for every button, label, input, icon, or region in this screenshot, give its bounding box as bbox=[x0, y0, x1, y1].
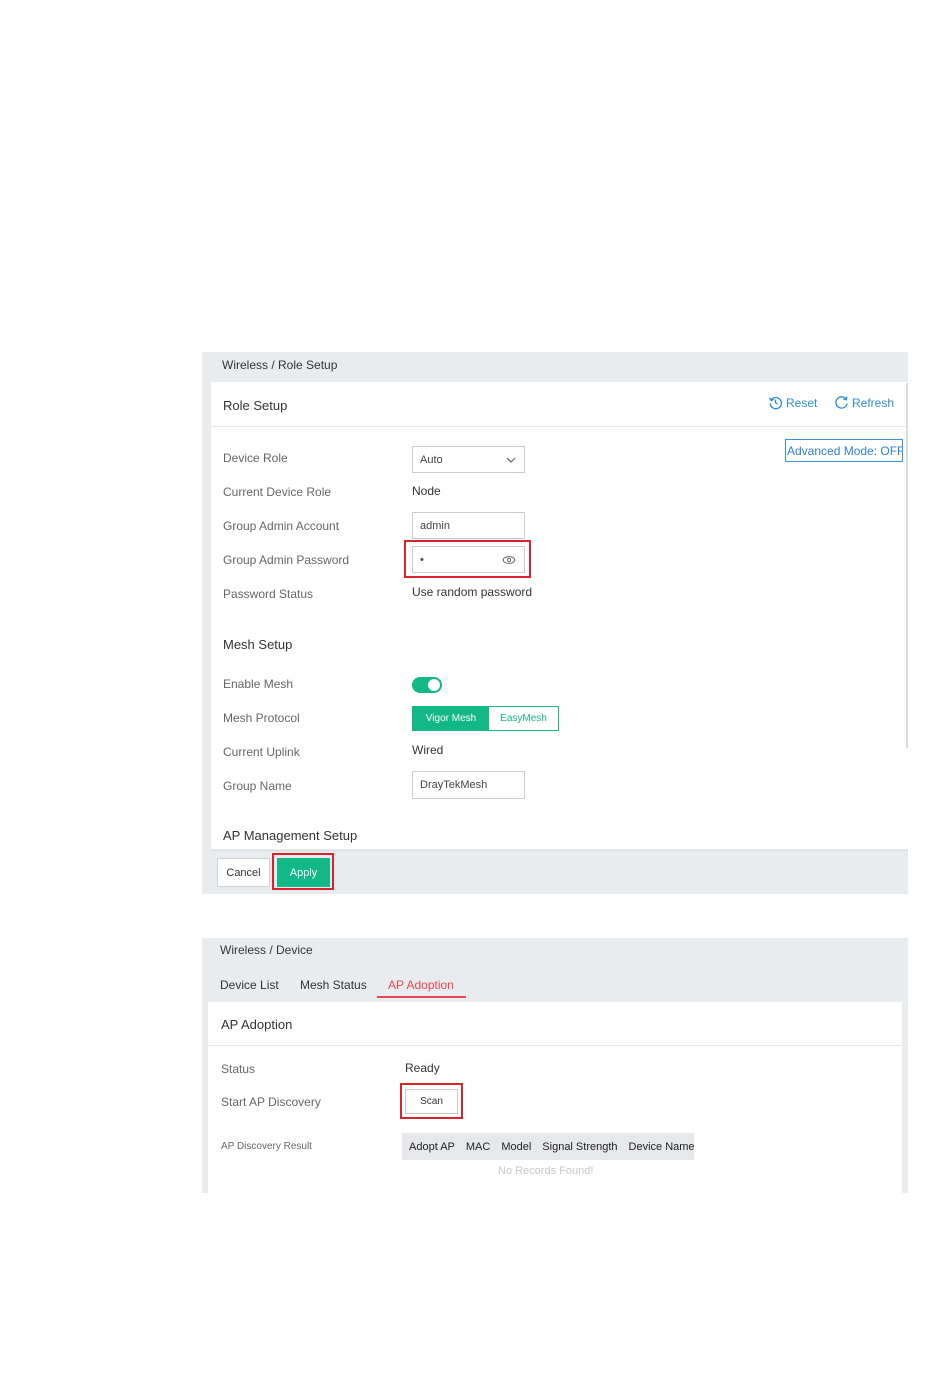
tab-ap-adoption[interactable]: AP Adoption bbox=[388, 978, 454, 992]
apply-highlight-box bbox=[272, 853, 334, 890]
group-admin-account-label: Group Admin Account bbox=[223, 519, 340, 533]
refresh-button[interactable]: Refresh bbox=[834, 395, 894, 410]
advanced-mode-toggle[interactable]: Advanced Mode: OFF bbox=[785, 439, 903, 462]
refresh-label: Refresh bbox=[852, 395, 895, 410]
header-divider bbox=[211, 426, 908, 427]
cancel-button[interactable]: Cancel bbox=[217, 858, 270, 887]
mesh-protocol-label: Mesh Protocol bbox=[223, 711, 300, 725]
device-role-select[interactable]: Auto bbox=[412, 446, 525, 473]
ap-management-title: AP Management Setup bbox=[223, 828, 358, 843]
device-role-label: Device Role bbox=[223, 451, 288, 465]
current-uplink-label: Current Uplink bbox=[223, 745, 300, 759]
password-status-label: Password Status bbox=[223, 587, 314, 601]
column-mac[interactable]: MAC bbox=[466, 1141, 490, 1153]
group-admin-account-input[interactable]: admin bbox=[412, 512, 525, 539]
password-highlight-box bbox=[404, 540, 531, 578]
ap-discovery-table-header: Adopt AP MAC Model Signal Strength Devic… bbox=[402, 1133, 695, 1160]
group-admin-password-label: Group Admin Password bbox=[223, 553, 350, 567]
status-label: Status bbox=[221, 1062, 256, 1076]
reset-icon bbox=[768, 396, 783, 410]
group-name-input[interactable]: DrayTekMesh bbox=[412, 771, 525, 799]
group-name-label: Group Name bbox=[223, 779, 292, 793]
refresh-icon bbox=[835, 396, 848, 409]
table-empty-message: No Records Found! bbox=[498, 1165, 594, 1177]
ap-discovery-result-label: AP Discovery Result bbox=[221, 1141, 312, 1152]
scan-highlight-box bbox=[400, 1083, 463, 1119]
tab-mesh-status[interactable]: Mesh Status bbox=[300, 978, 367, 992]
group-name-value: DrayTekMesh bbox=[420, 779, 488, 791]
group-admin-account-value: admin bbox=[420, 519, 450, 532]
current-device-role-label: Current Device Role bbox=[223, 485, 332, 499]
reset-label: Reset bbox=[786, 395, 818, 410]
column-adopt-ap[interactable]: Adopt AP bbox=[409, 1141, 455, 1153]
start-ap-discovery-label: Start AP Discovery bbox=[221, 1095, 321, 1109]
enable-mesh-toggle[interactable] bbox=[412, 677, 442, 693]
enable-mesh-label: Enable Mesh bbox=[223, 677, 294, 691]
chevron-down-icon bbox=[506, 457, 516, 463]
current-device-role-value: Node bbox=[412, 484, 441, 498]
mesh-setup-title: Mesh Setup bbox=[223, 637, 293, 652]
column-signal-strength[interactable]: Signal Strength bbox=[542, 1141, 617, 1153]
protocol-option-easymesh[interactable]: EasyMesh bbox=[489, 707, 558, 730]
column-device-name[interactable]: Device Name bbox=[629, 1141, 695, 1153]
page-title: Role Setup bbox=[223, 398, 288, 413]
protocol-option-vigor-mesh[interactable]: Vigor Mesh bbox=[413, 707, 489, 730]
column-model[interactable]: Model bbox=[501, 1141, 531, 1153]
password-status-value: Use random password bbox=[412, 585, 533, 599]
toggle-knob bbox=[428, 679, 440, 691]
role-setup-panel: Wireless / Role Setup bbox=[202, 352, 908, 894]
ap-adoption-title: AP Adoption bbox=[221, 1017, 293, 1032]
mesh-protocol-selector: Vigor Mesh EasyMesh bbox=[412, 706, 559, 731]
card-header-divider bbox=[208, 1045, 902, 1046]
reset-button[interactable]: Reset bbox=[768, 395, 817, 410]
footer-divider bbox=[211, 850, 908, 851]
current-uplink-value: Wired bbox=[412, 743, 444, 757]
tab-device-list[interactable]: Device List bbox=[220, 978, 279, 992]
device-role-value: Auto bbox=[420, 453, 443, 466]
breadcrumb: Wireless / Device bbox=[220, 943, 313, 957]
status-value: Ready bbox=[405, 1061, 440, 1075]
breadcrumb: Wireless / Role Setup bbox=[222, 358, 338, 372]
scrollbar-track[interactable] bbox=[906, 383, 908, 748]
active-tab-indicator bbox=[377, 996, 466, 998]
